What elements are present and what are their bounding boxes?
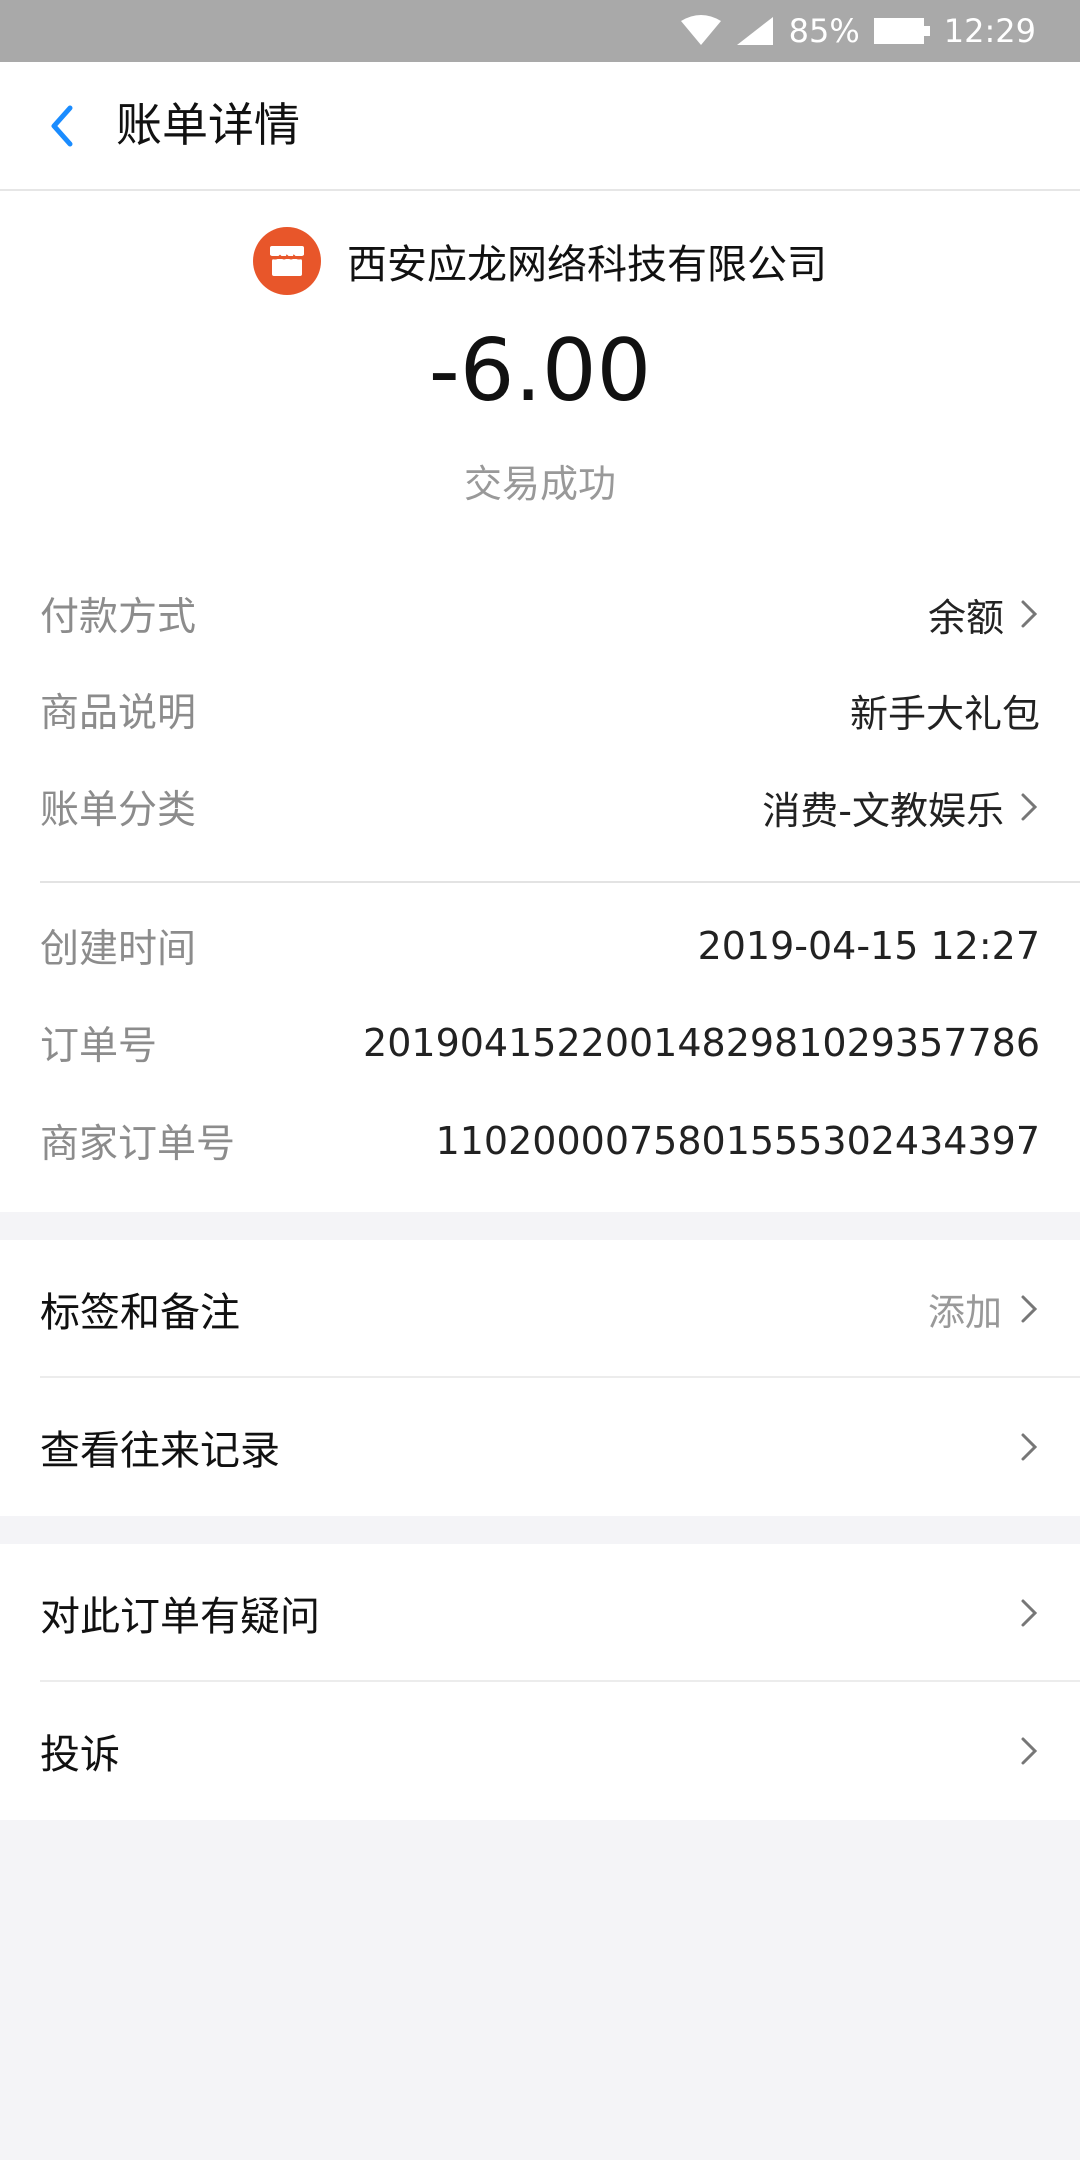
detail-value: 余额 <box>927 595 1004 640</box>
divider <box>40 881 1080 883</box>
detail-row-merchant-order-number: 商家订单号 1102000075801555302434397 <box>40 1093 1040 1189</box>
detail-value: 消费-文教娱乐 <box>762 788 1004 833</box>
detail-row-created-time: 创建时间 2019-04-15 12:27 <box>40 898 1040 994</box>
battery-percent: 85% <box>788 12 860 50</box>
detail-value: 新手大礼包 <box>849 691 1040 736</box>
status-bar: 85% 12:29 <box>0 0 1080 62</box>
transaction-status: 交易成功 <box>463 462 616 506</box>
battery-icon <box>873 18 930 44</box>
amount: -6.00 <box>428 321 652 421</box>
wifi-icon <box>680 15 721 45</box>
back-arrow-icon[interactable] <box>36 96 88 156</box>
detail-row-product: 商品说明 新手大礼包 <box>40 662 1040 758</box>
merchant-name: 西安应龙网络科技有限公司 <box>347 242 827 288</box>
chevron-right-icon <box>1021 1737 1038 1765</box>
chevron-right-icon <box>1021 1295 1038 1323</box>
bill-summary: 西安应龙网络科技有限公司 -6.00 交易成功 付款方式 余额 商品说明 新手大… <box>0 191 1080 1212</box>
menu-group-notes: 标签和备注 添加 查看往来记录 <box>0 1240 1080 1516</box>
detail-label: 商品说明 <box>40 691 197 736</box>
menu-item-label: 标签和备注 <box>40 1290 240 1336</box>
chevron-right-icon <box>1021 1433 1038 1461</box>
detail-label: 付款方式 <box>40 595 197 640</box>
complaint-item[interactable]: 投诉 <box>0 1682 1080 1820</box>
clock: 12:29 <box>943 12 1036 50</box>
merchant-header: 西安应龙网络科技有限公司 <box>0 227 1080 295</box>
chevron-right-icon <box>1021 793 1038 821</box>
add-action-text[interactable]: 添加 <box>928 1282 1002 1336</box>
chevron-right-icon <box>1021 1599 1038 1627</box>
detail-label: 商家订单号 <box>40 1122 236 1167</box>
tags-notes-item[interactable]: 标签和备注 添加 <box>0 1240 1080 1378</box>
page-title: 账单详情 <box>116 98 300 152</box>
detail-value: 2019041522001482981029357786 <box>363 1021 1040 1065</box>
detail-label: 账单分类 <box>40 788 197 833</box>
detail-label: 创建时间 <box>40 927 197 972</box>
detail-row-order-number: 订单号 2019041522001482981029357786 <box>40 995 1040 1091</box>
detail-label: 订单号 <box>40 1024 158 1069</box>
order-question-item[interactable]: 对此订单有疑问 <box>0 1544 1080 1682</box>
detail-row-payment-method[interactable]: 付款方式 余额 <box>40 566 1040 662</box>
detail-value: 2019-04-15 12:27 <box>697 924 1040 968</box>
detail-row-category[interactable]: 账单分类 消费-文教娱乐 <box>40 759 1040 855</box>
store-icon <box>253 227 321 295</box>
menu-item-label: 对此订单有疑问 <box>40 1594 320 1640</box>
view-history-item[interactable]: 查看往来记录 <box>0 1378 1080 1516</box>
chevron-right-icon <box>1021 600 1038 628</box>
menu-item-label: 投诉 <box>40 1732 120 1778</box>
detail-value: 1102000075801555302434397 <box>435 1119 1040 1163</box>
signal-icon <box>736 17 773 45</box>
title-bar: 账单详情 <box>0 62 1080 191</box>
menu-group-support: 对此订单有疑问 投诉 <box>0 1544 1080 1820</box>
menu-item-label: 查看往来记录 <box>40 1428 280 1474</box>
